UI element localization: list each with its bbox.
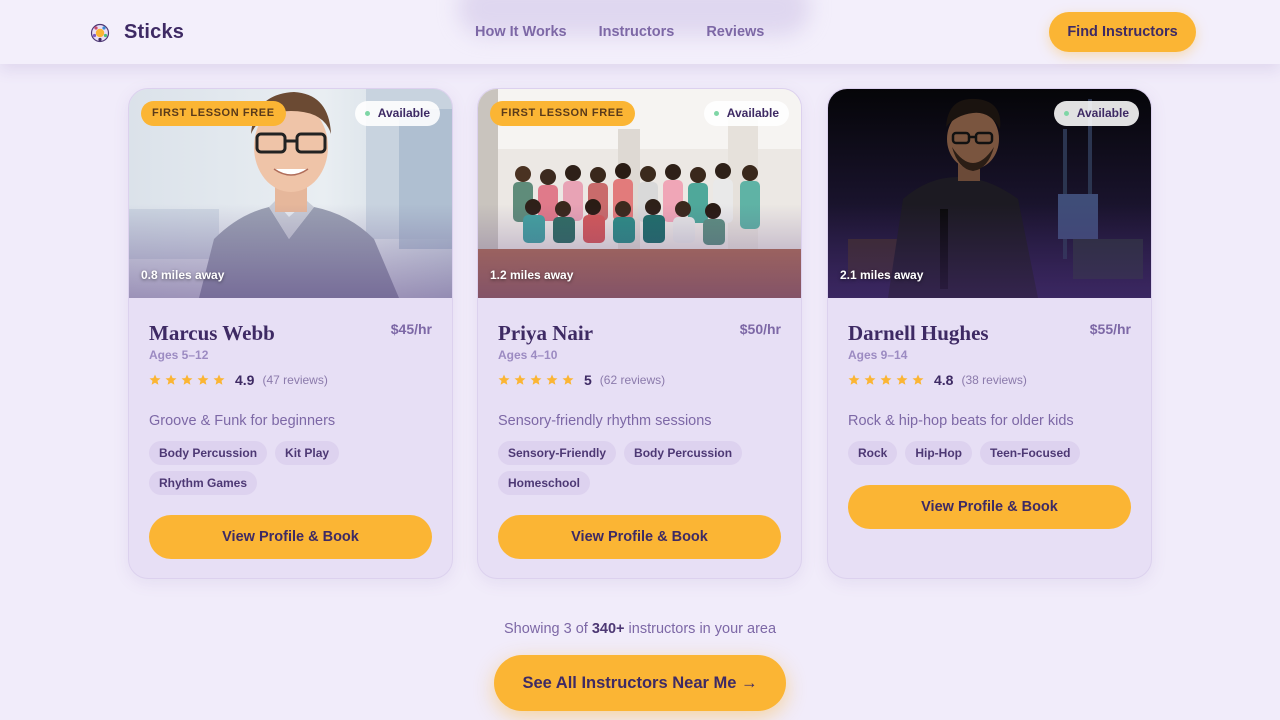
star-icon xyxy=(514,374,526,385)
star-icon xyxy=(864,374,876,385)
review-count[interactable]: (38 reviews) xyxy=(961,373,1026,387)
star-icon xyxy=(181,374,193,385)
age-range: Ages 9–14 xyxy=(848,348,908,362)
age-range: Ages 5–12 xyxy=(149,348,209,362)
star-icon xyxy=(912,374,924,385)
tag-chip: Homeschool xyxy=(498,471,591,495)
availability-label: Available xyxy=(377,106,430,120)
brand[interactable]: Sticks xyxy=(90,21,184,44)
tag-chip: Rock xyxy=(848,441,898,465)
distance-label: 2.1 miles away xyxy=(840,268,924,282)
view-profile-book-button[interactable]: View Profile & Book xyxy=(498,515,781,559)
instructor-card-priya: FIRST LESSON FREE Available 1.2 miles aw… xyxy=(477,88,802,579)
instructor-card-marcus: FIRST LESSON FREE Available 0.8 miles aw… xyxy=(128,88,453,579)
instructor-name: Priya Nair xyxy=(498,321,594,345)
tag-chip: Rhythm Games xyxy=(149,471,258,495)
review-count[interactable]: (62 reviews) xyxy=(600,373,665,387)
instructor-name: Marcus Webb xyxy=(149,321,275,345)
tag-chip: Teen-Focused xyxy=(980,441,1081,465)
instructor-tagline: Rock & hip-hop beats for older kids xyxy=(848,413,1074,429)
star-icon xyxy=(530,374,542,385)
status-dot-icon xyxy=(364,111,370,116)
rating-value: 4.9 xyxy=(235,372,255,388)
tag-chip: Body Percussion xyxy=(149,441,268,465)
distance-label: 1.2 miles away xyxy=(490,268,574,282)
instructor-name: Darnell Hughes xyxy=(848,321,989,345)
instructor-tagline: Sensory-friendly rhythm sessions xyxy=(498,413,712,429)
review-count[interactable]: (47 reviews) xyxy=(262,373,327,387)
results-count: 340+ xyxy=(591,621,625,637)
view-profile-book-button[interactable]: View Profile & Book xyxy=(848,485,1131,529)
star-icon xyxy=(896,374,908,385)
star-icon xyxy=(197,374,209,385)
star-icon xyxy=(498,374,510,385)
instructor-card-darnell: Available 2.1 miles away Darnell Hughes … xyxy=(827,88,1152,579)
star-icon xyxy=(546,374,558,385)
star-rating xyxy=(149,374,229,386)
instructor-photo: FIRST LESSON FREE Available 0.8 miles aw… xyxy=(129,89,452,298)
drum-logo-icon xyxy=(90,23,110,42)
tag-chip: Hip-Hop xyxy=(905,441,972,465)
age-range: Ages 4–10 xyxy=(498,348,558,362)
availability-label: Available xyxy=(1076,106,1129,120)
see-all-instructors-button[interactable]: See All Instructors Near Me → xyxy=(494,655,786,711)
distance-label: 0.8 miles away xyxy=(141,268,225,282)
brand-name: Sticks xyxy=(124,21,185,43)
rating-row: 4.8 (38 reviews) xyxy=(848,372,1027,388)
specialty-tags: Sensory-Friendly Body Percussion Homesch… xyxy=(498,441,788,501)
view-profile-book-button[interactable]: View Profile & Book xyxy=(149,515,432,559)
nav-link-instructors[interactable]: Instructors xyxy=(599,24,675,40)
tag-chip: Kit Play xyxy=(275,441,340,465)
availability-badge: Available xyxy=(703,101,789,126)
availability-badge: Available xyxy=(354,101,440,126)
star-rating xyxy=(848,374,928,386)
star-icon xyxy=(213,374,225,385)
instructor-tagline: Groove & Funk for beginners xyxy=(149,413,336,429)
find-instructors-button[interactable]: Find Instructors xyxy=(1049,12,1196,52)
main-nav: How It Works Instructors Reviews xyxy=(475,24,796,40)
nav-link-reviews[interactable]: Reviews xyxy=(706,24,764,40)
specialty-tags: Body Percussion Kit Play Rhythm Games xyxy=(149,441,439,501)
results-suffix: instructors in your area xyxy=(628,621,777,637)
tag-chip: Body Percussion xyxy=(624,441,743,465)
star-icon xyxy=(149,374,161,385)
status-dot-icon xyxy=(1063,111,1069,116)
tag-chip: Sensory-Friendly xyxy=(498,441,617,465)
star-rating xyxy=(498,374,578,386)
rating-value: 4.8 xyxy=(934,372,954,388)
rating-row: 4.9 (47 reviews) xyxy=(149,372,328,388)
hourly-price: $45/hr xyxy=(390,321,432,337)
status-dot-icon xyxy=(713,111,719,116)
instructor-photo: Available 2.1 miles away xyxy=(828,89,1151,298)
star-icon xyxy=(848,374,860,385)
availability-badge: Available xyxy=(1053,101,1139,126)
availability-label: Available xyxy=(726,106,779,120)
specialty-tags: Rock Hip-Hop Teen-Focused xyxy=(848,441,1138,471)
star-icon xyxy=(562,374,574,385)
site-header: Sticks How It Works Instructors Reviews … xyxy=(0,0,1280,64)
star-icon xyxy=(165,374,177,385)
instructor-photo: FIRST LESSON FREE Available 1.2 miles aw… xyxy=(478,89,801,298)
first-lesson-free-badge: FIRST LESSON FREE xyxy=(141,101,286,126)
rating-row: 5 (62 reviews) xyxy=(498,372,665,388)
first-lesson-free-badge: FIRST LESSON FREE xyxy=(490,101,635,126)
rating-value: 5 xyxy=(584,372,592,388)
hourly-price: $50/hr xyxy=(739,321,781,337)
results-prefix: Showing 3 of xyxy=(503,621,588,637)
nav-link-how-it-works[interactable]: How It Works xyxy=(475,24,567,40)
hourly-price: $55/hr xyxy=(1089,321,1131,337)
results-summary: Showing 3 of 340+ instructors in your ar… xyxy=(0,621,1280,637)
star-icon xyxy=(880,374,892,385)
